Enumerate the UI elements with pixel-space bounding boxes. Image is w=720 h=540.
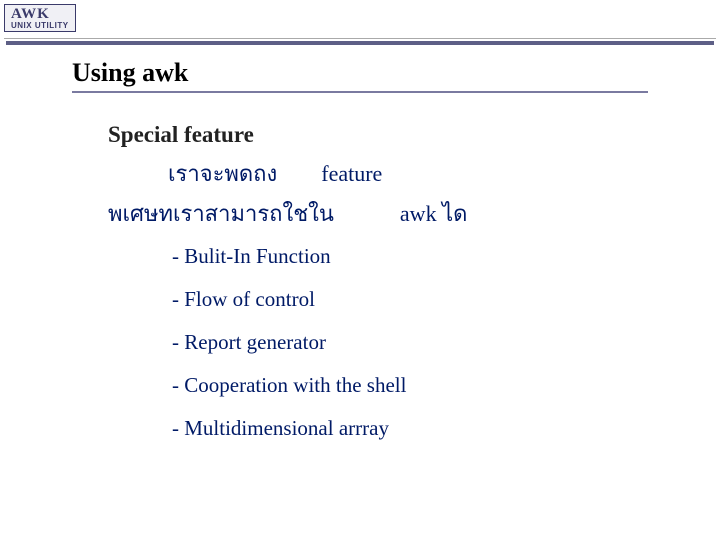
title-underline xyxy=(72,91,648,93)
intro-1-thai: เราจะพดถง xyxy=(168,161,277,186)
logo-sub-text: UNIX UTILITY xyxy=(11,21,69,30)
sub-heading: Special feature xyxy=(108,122,254,148)
logo-block: AWK UNIX UTILITY xyxy=(4,4,76,32)
list-item: - Bulit-In Function xyxy=(172,244,406,269)
header-rule-thin xyxy=(4,38,716,39)
page-title: Using awk xyxy=(72,58,188,88)
intro-2-en: awk ได xyxy=(400,201,468,226)
intro-line-2: พเศษทเราสามารถใชใน awk ได xyxy=(108,196,467,231)
intro-2-thai: พเศษทเราสามารถใชใน xyxy=(108,201,334,226)
header-bar: AWK UNIX UTILITY xyxy=(0,4,720,42)
intro-1-en: feature xyxy=(321,161,382,186)
intro-line-1: เราจะพดถง feature xyxy=(168,156,382,191)
feature-list: - Bulit-In Function - Flow of control - … xyxy=(172,244,406,459)
header-rule-wide xyxy=(6,41,714,45)
list-item: - Cooperation with the shell xyxy=(172,373,406,398)
list-item: - Multidimensional arrray xyxy=(172,416,406,441)
list-item: - Report generator xyxy=(172,330,406,355)
list-item: - Flow of control xyxy=(172,287,406,312)
